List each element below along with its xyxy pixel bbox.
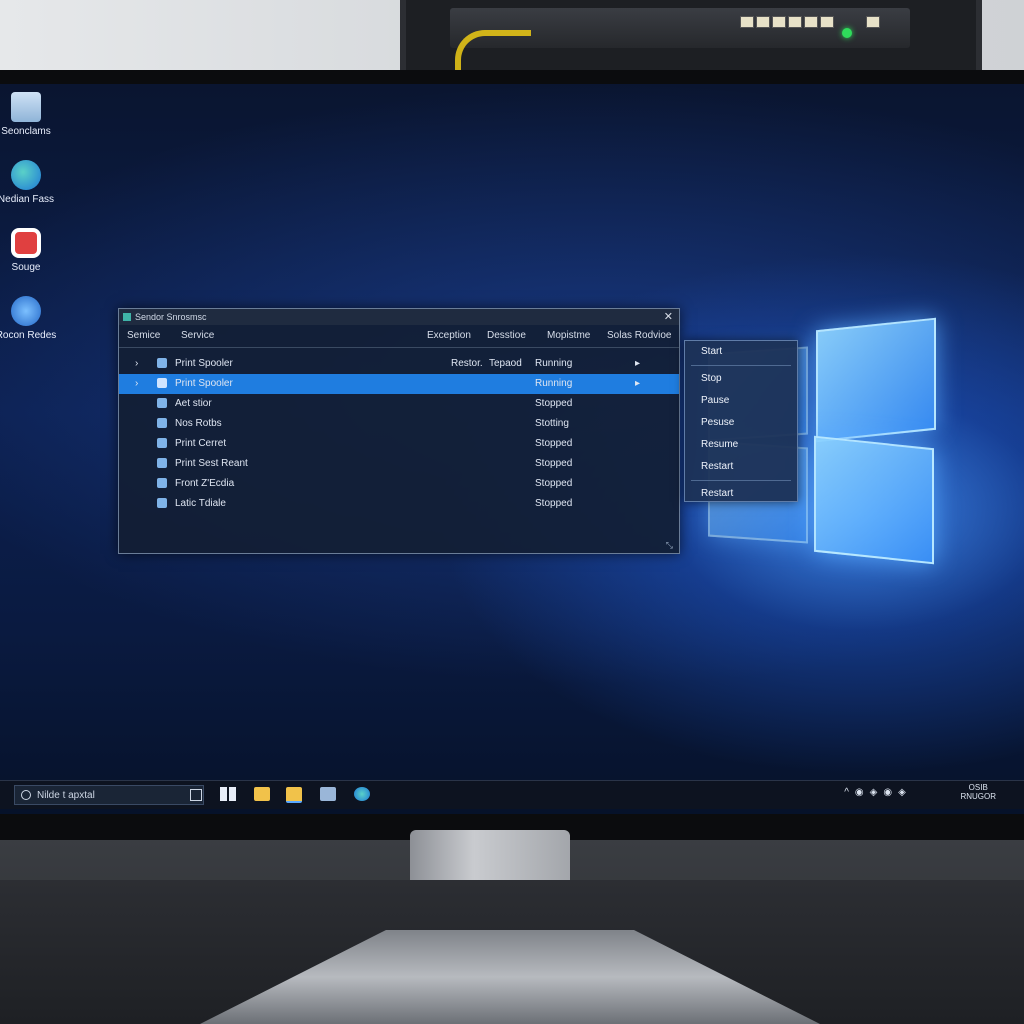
edge-icon xyxy=(11,160,41,190)
search-text: Nilde t apxtal xyxy=(37,790,95,801)
start-button-icon[interactable] xyxy=(220,787,236,801)
service-icon xyxy=(157,438,167,448)
services-app-taskbar-icon[interactable] xyxy=(320,787,336,801)
service-cell: Restor. xyxy=(451,358,483,369)
expand-chevron-icon[interactable]: › xyxy=(135,378,138,389)
ethernet-port xyxy=(820,16,834,28)
menu-item-restart[interactable]: Restart xyxy=(685,456,797,478)
ethernet-port xyxy=(772,16,786,28)
desktop-icon-label: Rocon Redes xyxy=(0,330,57,341)
table-row[interactable]: Aet stior Stopped xyxy=(119,394,679,414)
arrow-right-icon: ▸ xyxy=(635,378,641,389)
services-app-icon xyxy=(123,313,131,321)
taskbar: Nilde t apxtal ^◉◈◉◈ OSIB RNUGOR xyxy=(0,780,1024,809)
system-tray[interactable]: ^◉◈◉◈ OSIB RNUGOR xyxy=(844,783,996,801)
menu-divider xyxy=(691,365,791,366)
service-status: Stopped xyxy=(535,478,573,489)
clock-line-1: OSIB xyxy=(968,783,988,792)
service-name: Nos Rotbs xyxy=(175,418,222,429)
ethernet-port xyxy=(804,16,818,28)
desktop-icon-recycle-bin[interactable]: Seonclams xyxy=(0,92,58,137)
desktop-icon-edge[interactable]: Nedian Fass xyxy=(0,160,58,205)
network-icon xyxy=(11,296,41,326)
services-window[interactable]: Sendor Snrosmsc ✕ Semice Service Excepti… xyxy=(118,308,680,554)
arrow-right-icon: ▸ xyxy=(635,358,641,369)
column-header[interactable]: Semice xyxy=(127,330,160,341)
service-icon xyxy=(157,358,167,368)
menu-item-start[interactable]: Start xyxy=(685,341,797,363)
windows-logo-pane xyxy=(816,317,936,443)
photo-scene: Seonclams Nedian Fass Souge Rocon Redes … xyxy=(0,0,1024,1024)
service-icon xyxy=(157,398,167,408)
service-name: Aet stior xyxy=(175,398,212,409)
service-name: Print Spooler xyxy=(175,358,233,369)
task-view-icon[interactable] xyxy=(190,789,202,801)
column-headers: Semice Service Exception Desstioe Mopist… xyxy=(119,325,679,348)
table-row[interactable]: Print Cerret Stopped xyxy=(119,434,679,454)
service-icon xyxy=(157,478,167,488)
table-row[interactable]: Nos Rotbs Stotting xyxy=(119,414,679,434)
menu-item-restart-2[interactable]: Restart xyxy=(685,483,797,505)
window-title: Sendor Snrosmsc xyxy=(135,312,207,322)
resize-grip-icon[interactable]: ⤡ xyxy=(666,540,673,551)
desktop-icon-label: Souge xyxy=(11,262,41,273)
context-menu: Start Stop Pause Pesuse Resume Restart R… xyxy=(684,340,798,502)
clock-line-2: RNUGOR xyxy=(960,792,996,801)
record-icon xyxy=(11,228,41,258)
window-titlebar[interactable]: Sendor Snrosmsc ✕ xyxy=(119,309,679,325)
service-status: Running xyxy=(535,378,573,389)
menu-item-pause[interactable]: Pause xyxy=(685,390,797,412)
folder-icon[interactable] xyxy=(286,787,302,803)
service-status: Stopped xyxy=(535,458,573,469)
service-icon xyxy=(157,498,167,508)
ethernet-port xyxy=(866,16,880,28)
ethernet-port xyxy=(788,16,802,28)
service-icon xyxy=(157,378,167,388)
close-icon[interactable]: ✕ xyxy=(664,309,673,325)
column-header[interactable]: Exception xyxy=(427,330,471,341)
column-header[interactable]: Service xyxy=(181,330,214,341)
service-status: Stopped xyxy=(535,398,573,409)
tray-icons[interactable]: ^◉◈◉◈ xyxy=(818,787,938,798)
status-led xyxy=(842,28,852,38)
service-status: Stopped xyxy=(535,438,573,449)
search-icon xyxy=(21,790,31,800)
menu-item-resume[interactable]: Resume xyxy=(685,434,797,456)
file-explorer-icon[interactable] xyxy=(254,787,270,801)
desktop-icon-network[interactable]: Rocon Redes xyxy=(0,296,58,341)
column-header[interactable]: Mopistme xyxy=(547,330,590,341)
desktop-icon-record[interactable]: Souge xyxy=(0,228,58,273)
taskbar-search-input[interactable]: Nilde t apxtal xyxy=(14,785,204,805)
ethernet-port xyxy=(756,16,770,28)
desktop-icon-label: Nedian Fass xyxy=(0,194,55,205)
service-status: Stopped xyxy=(535,498,573,509)
recycle-bin-icon xyxy=(11,92,41,122)
service-name: Print Spooler xyxy=(175,378,233,389)
menu-divider xyxy=(691,480,791,481)
windows-logo-pane xyxy=(814,435,934,565)
menu-item-stop[interactable]: Stop xyxy=(685,368,797,390)
edge-taskbar-icon[interactable] xyxy=(354,787,370,801)
table-row[interactable]: Front Z'Ecdia Stopped xyxy=(119,474,679,494)
column-header[interactable]: Desstioe xyxy=(487,330,526,341)
service-name: Print Sest Reant xyxy=(175,458,248,469)
service-name: Print Cerret xyxy=(175,438,227,449)
ethernet-port xyxy=(740,16,754,28)
table-row-selected[interactable]: › Print Spooler Running ▸ xyxy=(119,374,679,394)
expand-chevron-icon[interactable]: › xyxy=(135,358,138,369)
desktop-screen: Seonclams Nedian Fass Souge Rocon Redes … xyxy=(0,84,1024,814)
service-cell: Tepaod xyxy=(489,358,522,369)
service-name: Front Z'Ecdia xyxy=(175,478,235,489)
desktop-icon-label: Seonclams xyxy=(1,126,51,137)
table-row[interactable]: Latic Tdiale Stopped xyxy=(119,494,679,514)
service-icon xyxy=(157,458,167,468)
table-row[interactable]: Print Sest Reant Stopped xyxy=(119,454,679,474)
column-header[interactable]: Solas Rodvioe xyxy=(607,330,671,341)
menu-item-pesuse[interactable]: Pesuse xyxy=(685,412,797,434)
service-name: Latic Tdiale xyxy=(175,498,226,509)
table-row[interactable]: › Print Spooler Restor. Tepaod Running ▸ xyxy=(119,354,679,374)
service-status: Stotting xyxy=(535,418,569,429)
service-icon xyxy=(157,418,167,428)
service-status: Running xyxy=(535,358,573,369)
